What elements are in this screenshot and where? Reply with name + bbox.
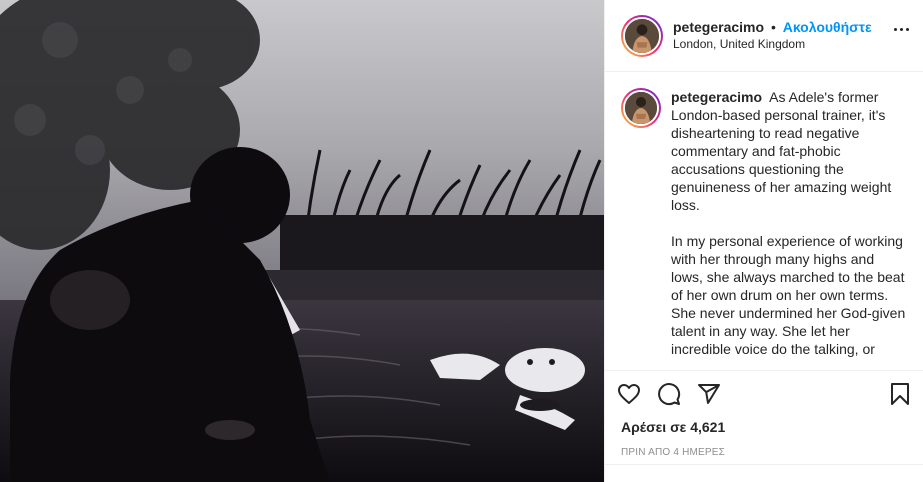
avatar[interactable] xyxy=(621,14,663,57)
post-location[interactable]: London, United Kingdom xyxy=(673,36,872,53)
post-time-ago[interactable]: ΠΡΙΝ ΑΠΟ 4 ΗΜΕΡΕΣ xyxy=(617,447,912,458)
more-options-icon[interactable] xyxy=(894,28,909,31)
avatar-image xyxy=(625,18,659,53)
comment-icon[interactable] xyxy=(657,374,697,414)
post-photo[interactable] xyxy=(0,0,604,482)
caption-text-1: As Adele's former London-based personal … xyxy=(671,89,892,213)
post-header: petegeracimo • Ακολουθήστε London, Unite… xyxy=(605,0,923,72)
caption-paragraph-2: In my personal experience of working wit… xyxy=(671,233,906,357)
post-actions: Αρέσει σε 4,621 ΠΡΙΝ ΑΠΟ 4 ΗΜΕΡΕΣ xyxy=(605,370,923,458)
follow-button[interactable]: Ακολουθήστε xyxy=(783,19,872,35)
caption-username[interactable]: petegeracimo xyxy=(671,89,762,105)
header-separator: • xyxy=(770,18,776,35)
header-text: petegeracimo • Ακολουθήστε London, Unite… xyxy=(673,19,872,53)
likes-count[interactable]: Αρέσει σε 4,621 xyxy=(617,419,912,435)
add-comment-bar[interactable] xyxy=(605,464,923,482)
caption-avatar[interactable] xyxy=(621,88,661,128)
heart-icon[interactable] xyxy=(617,374,657,414)
post-image xyxy=(0,0,604,482)
action-icons xyxy=(617,371,912,417)
comments-section: petegeracimo As Adele's former London-ba… xyxy=(605,72,923,370)
share-icon[interactable] xyxy=(697,374,737,414)
post-side-panel: petegeracimo • Ακολουθήστε London, Unite… xyxy=(604,0,923,482)
bookmark-icon[interactable] xyxy=(872,374,912,414)
caption-avatar-image xyxy=(625,92,657,124)
post-caption: petegeracimo As Adele's former London-ba… xyxy=(671,88,907,370)
header-username[interactable]: petegeracimo xyxy=(673,19,764,35)
caption-paragraph-1: petegeracimo As Adele's former London-ba… xyxy=(671,88,907,214)
